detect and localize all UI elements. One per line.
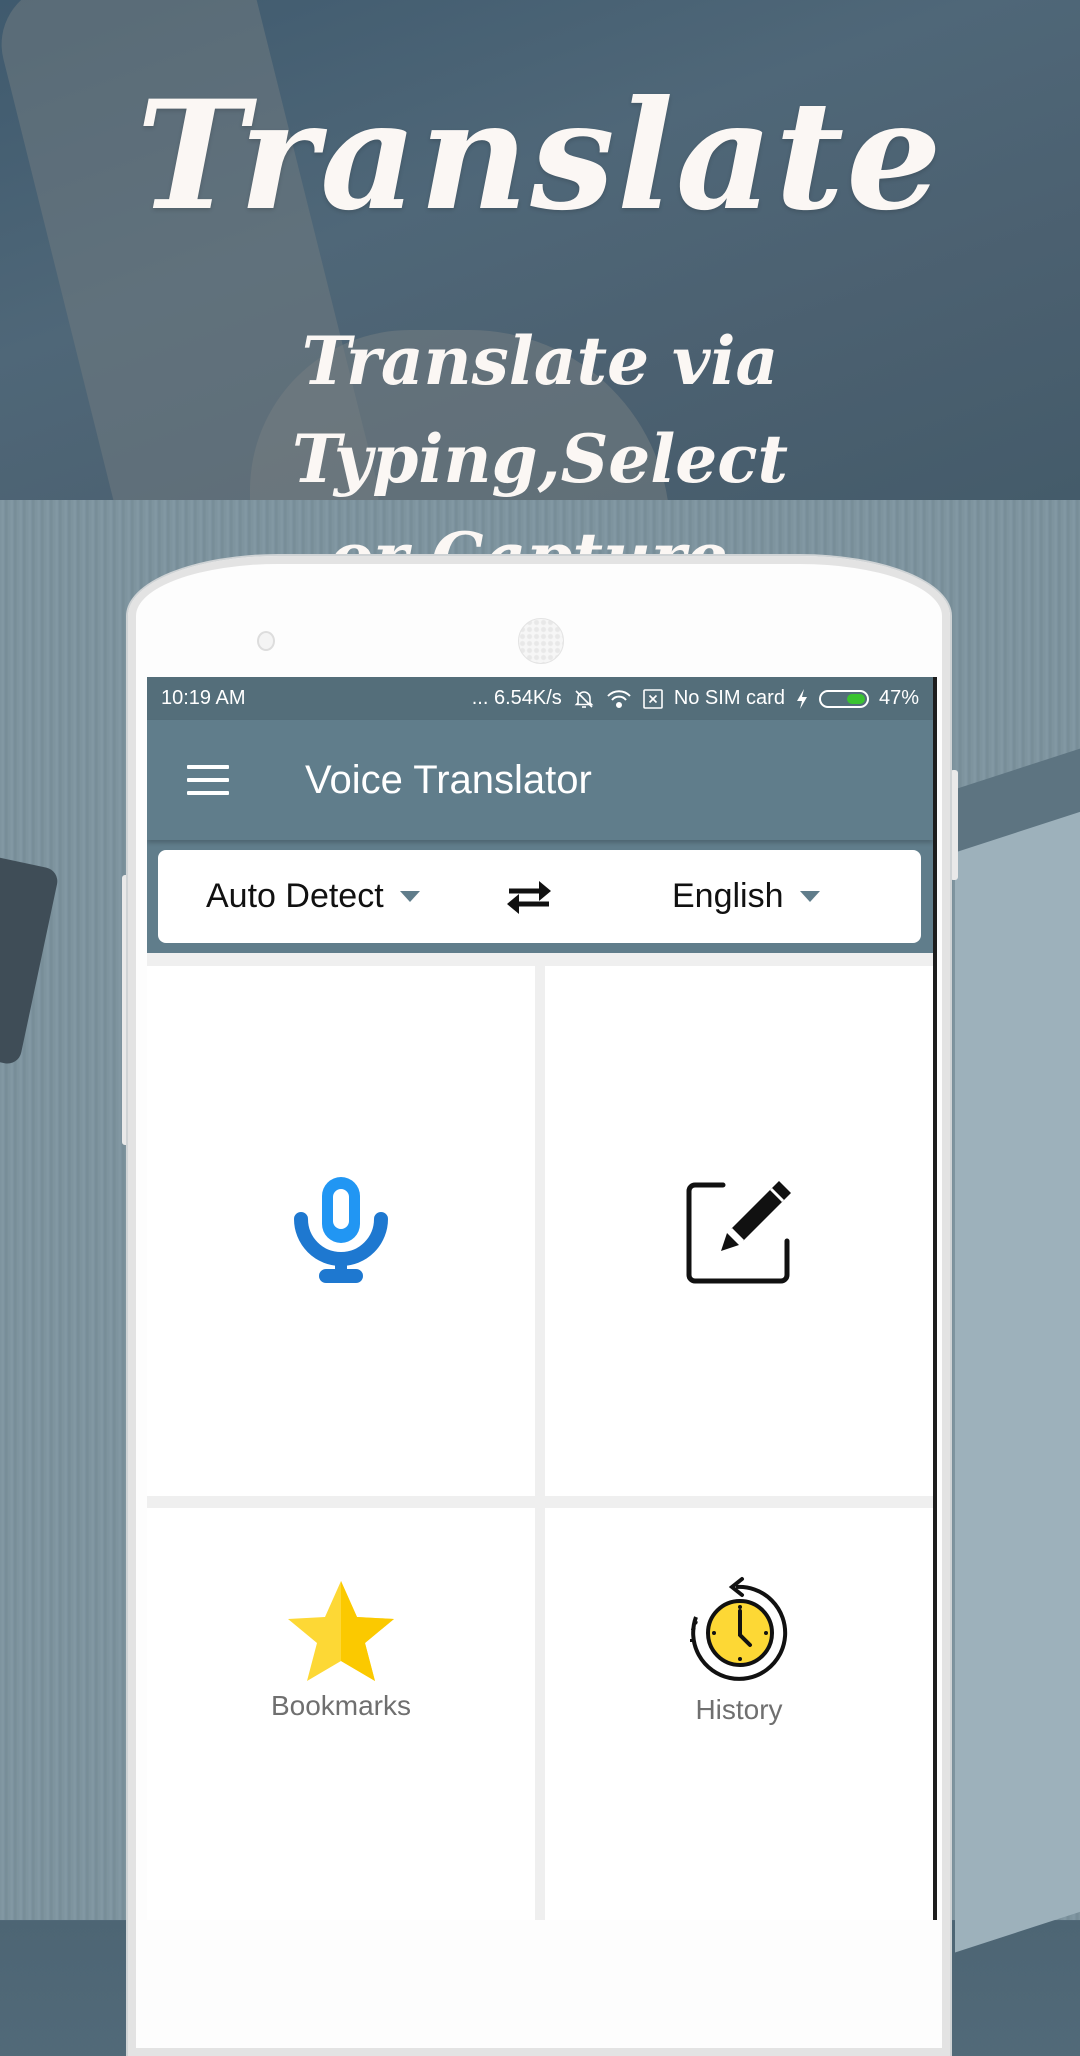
source-language-label: Auto Detect bbox=[206, 877, 384, 915]
caret-down-icon bbox=[799, 891, 820, 902]
status-time: 10:19 AM bbox=[161, 687, 246, 709]
source-language-dropdown[interactable]: Auto Detect bbox=[206, 877, 420, 916]
history-tile[interactable]: History bbox=[545, 1508, 933, 1920]
status-sim: No SIM card bbox=[673, 687, 785, 709]
swap-arrows-icon bbox=[507, 881, 551, 914]
sim-x-icon bbox=[642, 688, 664, 710]
star-icon bbox=[288, 1580, 394, 1681]
type-translate-tile[interactable] bbox=[545, 966, 933, 1496]
swap-languages-button[interactable] bbox=[503, 876, 555, 918]
language-card: Auto Detect English bbox=[158, 850, 921, 943]
hamburger-menu-icon[interactable] bbox=[187, 765, 229, 795]
history-label: History bbox=[695, 1693, 783, 1725]
background-book bbox=[955, 787, 1080, 1953]
icon-wrap bbox=[684, 1575, 794, 1692]
mute-bell-icon bbox=[572, 687, 596, 711]
status-battery-percent: 47% bbox=[878, 687, 919, 709]
phone-power-button bbox=[950, 770, 958, 880]
phone-speaker bbox=[518, 618, 564, 664]
bookmarks-tile[interactable]: Bookmarks bbox=[147, 1508, 535, 1920]
app-bar: Voice Translator bbox=[147, 720, 933, 840]
battery-icon bbox=[818, 689, 869, 708]
microphone-icon bbox=[294, 1177, 388, 1283]
voice-translate-tile[interactable] bbox=[147, 966, 535, 1496]
battery-fill bbox=[846, 693, 865, 704]
language-bar: Auto Detect English bbox=[147, 840, 933, 953]
clock-history-icon bbox=[690, 1576, 788, 1681]
status-network-speed: ... 6.54K/s bbox=[471, 687, 562, 709]
icon-wrap bbox=[286, 1579, 396, 1688]
target-language-label: English bbox=[672, 877, 784, 915]
edit-pencil-icon bbox=[686, 1181, 791, 1284]
app-title: Voice Translator bbox=[305, 757, 592, 802]
promo-headline: Translate bbox=[136, 68, 944, 244]
caret-down-icon bbox=[399, 891, 420, 902]
charging-bolt-icon bbox=[795, 688, 809, 710]
target-language-dropdown[interactable]: English bbox=[672, 877, 820, 916]
phone-screen: 10:19 AM ... 6.54K/s No SIM card 47% Voi… bbox=[147, 677, 937, 1920]
promo-subline-line-1: Translate via Typing,Select bbox=[292, 322, 788, 498]
bookmarks-label: Bookmarks bbox=[270, 1689, 412, 1721]
phone-sensor bbox=[257, 631, 275, 651]
status-bar: 10:19 AM ... 6.54K/s No SIM card 47% bbox=[147, 677, 933, 720]
wifi-icon bbox=[606, 688, 632, 710]
